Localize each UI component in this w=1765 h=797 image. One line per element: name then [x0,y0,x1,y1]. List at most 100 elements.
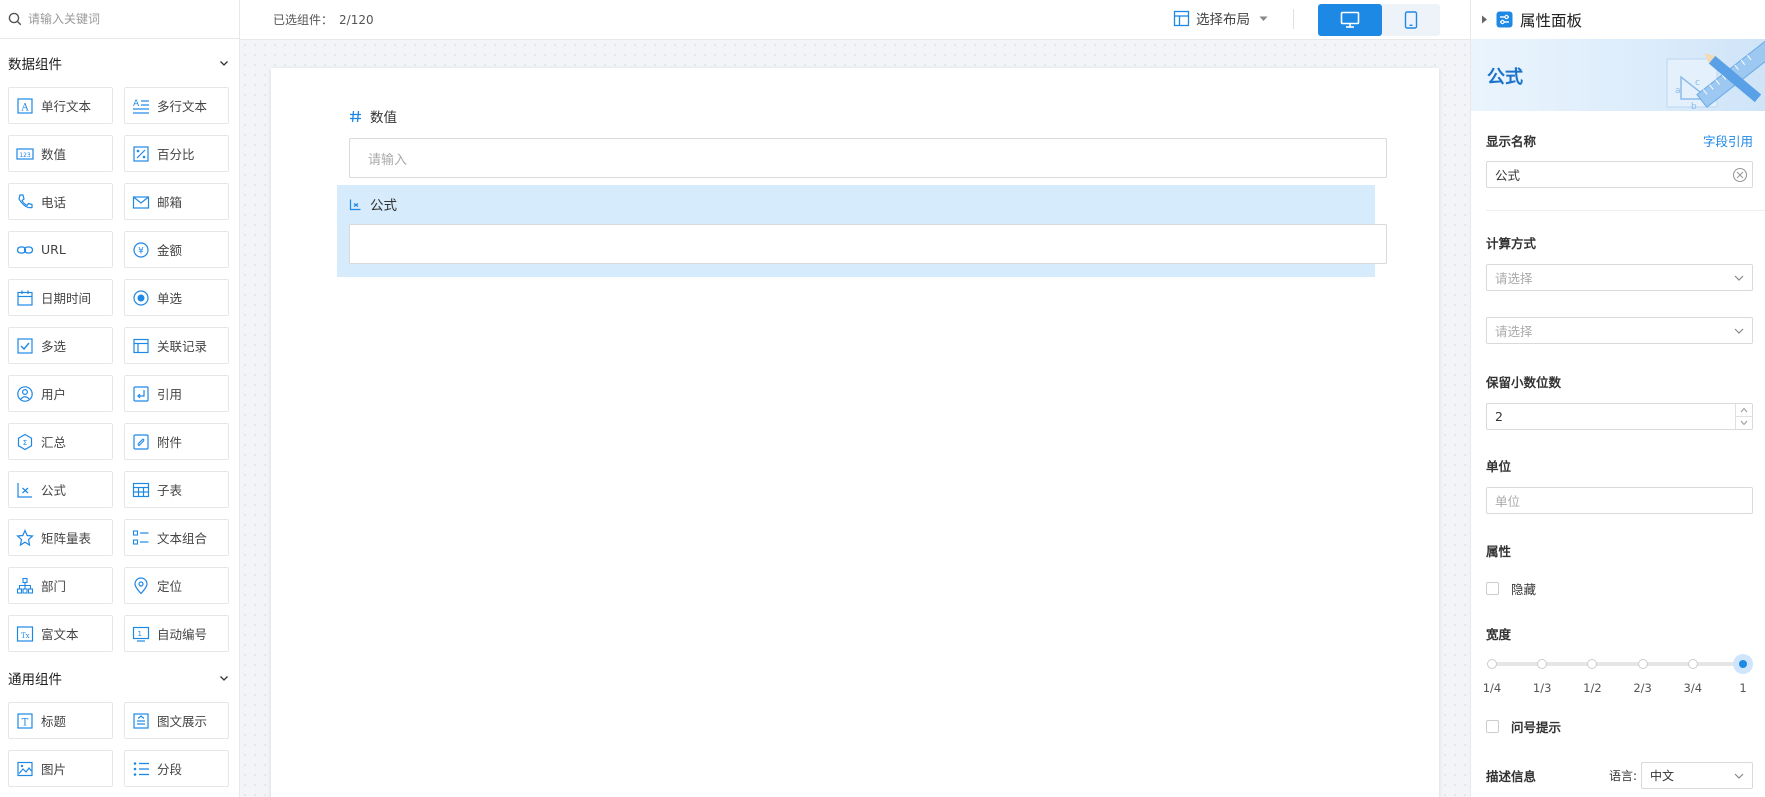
width-slider-ticks: 1/4 1/3 1/2 2/3 3/4 1 [1483,681,1747,697]
component-item[interactable]: 定位 [124,567,229,604]
clear-icon[interactable] [1732,167,1748,183]
image-icon [15,759,35,779]
hidden-checkbox[interactable] [1486,582,1499,595]
slider-step-dot[interactable] [1687,659,1698,669]
text-field-icon: A [15,96,35,116]
component-item[interactable]: 关联记录 [124,327,229,364]
banner-title: 公式 [1487,67,1523,88]
component-item[interactable]: 邮箱 [124,183,229,220]
slider-step-dot[interactable] [1637,659,1648,669]
auto-number-icon: 1 [131,624,151,644]
property-panel-header[interactable]: 属性面板 [1471,0,1765,39]
component-item[interactable]: A 单行文本 [8,87,113,124]
chevron-down-icon [1734,275,1744,281]
language-select[interactable]: 中文 [1641,762,1753,789]
component-label: 子表 [157,483,183,498]
component-item[interactable]: 单选 [124,279,229,316]
number-input[interactable]: 请输入 [349,138,1387,178]
attribute-label: 属性 [1486,544,1512,559]
slider-tick-label: 1/3 [1532,681,1552,695]
component-label: 金额 [157,243,183,258]
layout-icon [1173,10,1190,26]
component-item[interactable]: 子表 [124,471,229,508]
component-item[interactable]: 123 数值 [8,135,113,172]
general-components-group-header[interactable]: 通用组件 [0,654,239,702]
hidden-label: 隐藏 [1511,582,1537,597]
collapse-caret-icon[interactable] [1481,15,1488,24]
component-item[interactable]: 引用 [124,375,229,412]
width-row: 宽度 [1486,624,1753,643]
unit-input[interactable]: 单位 [1486,487,1753,514]
component-item[interactable]: T 标题 [8,702,113,739]
component-item[interactable]: Tx 富文本 [8,615,113,652]
decimals-stepper[interactable]: 2 [1486,403,1753,430]
formula-input[interactable] [349,224,1387,264]
component-item[interactable]: Σ 汇总 [8,423,113,460]
slider-step-dot[interactable] [1537,659,1548,669]
svg-text:c: c [1695,78,1700,88]
component-item[interactable]: 附件 [124,423,229,460]
field-label: 数值 [370,110,397,126]
component-item[interactable]: 1 自动编号 [124,615,229,652]
department-icon [15,576,35,596]
language-label: 语言: [1608,769,1637,783]
calc-method-select-1[interactable]: 请选择 [1486,264,1753,291]
chevron-down-icon [220,61,228,66]
component-item[interactable]: ¥ 金额 [124,231,229,268]
calc-method-select-2[interactable]: 请选择 [1486,317,1753,344]
component-label: 分段 [157,762,183,777]
slider-step-dot[interactable] [1487,659,1497,669]
component-item[interactable]: 百分比 [124,135,229,172]
component-item[interactable]: 多选 [8,327,113,364]
component-item[interactable]: 用户 [8,375,113,412]
component-item[interactable]: 日期时间 [8,279,113,316]
component-label: 自动编号 [157,627,208,642]
form-paper: 数值 请输入 公式 [271,68,1439,797]
component-label: 文本组合 [157,531,208,546]
mobile-view-button[interactable] [1382,4,1440,36]
data-components-group-header[interactable]: 数据组件 [0,39,239,87]
form-field-number[interactable]: 数值 请输入 [349,107,1387,178]
width-slider[interactable] [1487,653,1753,677]
component-item[interactable]: 公式 [8,471,113,508]
component-label: 邮箱 [157,195,183,210]
component-label: 公式 [41,483,67,498]
tooltip-checkbox[interactable] [1486,720,1499,733]
component-item[interactable]: 分段 [124,750,229,787]
component-item[interactable]: 文本组合 [124,519,229,556]
search-input[interactable] [28,12,228,26]
title-icon: T [15,711,35,731]
desktop-view-button[interactable] [1318,4,1382,36]
increment-button[interactable] [1736,404,1752,416]
field-label-row: 数值 [349,107,1387,126]
slider-tick-label: 2/3 [1633,681,1652,695]
hidden-checkbox-row[interactable]: 隐藏 [1486,579,1753,598]
stepper-controls [1735,404,1752,429]
image-text-icon [131,711,151,731]
tooltip-checkbox-row[interactable]: 问号提示 [1486,717,1753,736]
component-item[interactable]: 图文展示 [124,702,229,739]
component-item[interactable]: 部门 [8,567,113,604]
component-item[interactable]: A 多行文本 [124,87,229,124]
unit-placeholder: 单位 [1495,494,1521,509]
slider-step-dot[interactable] [1587,659,1598,669]
mobile-icon [1404,11,1418,29]
selected-count-value: 2/120 [339,13,374,27]
slider-handle[interactable] [1733,654,1753,674]
component-item[interactable]: URL [8,231,113,268]
link-icon [15,240,35,260]
selected-label: 已选组件： [273,13,334,27]
component-item[interactable]: 图片 [8,750,113,787]
desktop-icon [1340,11,1360,28]
display-name-input[interactable]: 公式 [1486,161,1753,188]
chevron-up-icon [1740,407,1748,413]
component-item[interactable]: 电话 [8,183,113,220]
summary-icon: Σ [15,432,35,452]
form-field-formula[interactable]: 公式 [349,185,1387,264]
language-selector-row: 语言: 中文 [1609,762,1753,789]
component-item[interactable]: 矩阵量表 [8,519,113,556]
select-layout-button[interactable]: 选择布局 [1173,8,1268,28]
field-reference-link[interactable]: 字段引用 [1703,131,1753,150]
component-label: 矩阵量表 [41,531,92,546]
decrement-button[interactable] [1736,416,1752,429]
